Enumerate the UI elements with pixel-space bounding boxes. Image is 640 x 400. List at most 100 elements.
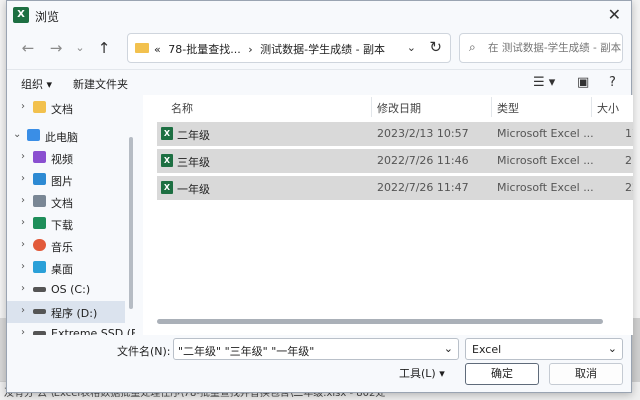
file-size: 22 — [625, 181, 633, 194]
dialog-title: 浏览 — [35, 10, 60, 24]
navigation-bar: ← → ⌄ ↑ « 78-批量查找... › 测试数据-学生成绩 - 副本 ⌄ … — [7, 31, 631, 65]
address-dropdown-chevron-icon[interactable]: ⌄ — [407, 41, 416, 54]
chevron-right-icon[interactable]: › — [21, 217, 25, 228]
sidebar-item-label: 文档 — [51, 197, 73, 210]
file-list-scrollbar[interactable] — [157, 319, 603, 324]
close-icon[interactable]: ✕ — [608, 5, 621, 24]
view-options-icon[interactable]: ☰ ▾ — [533, 75, 555, 90]
navigation-pane-scrollbar[interactable] — [129, 137, 133, 309]
drive-icon — [33, 287, 46, 292]
file-name: 一年级 — [177, 183, 210, 196]
column-divider[interactable] — [591, 97, 592, 117]
sidebar-item-drive-f[interactable]: › Extreme SSD (F — [7, 323, 135, 335]
column-divider[interactable] — [371, 97, 372, 117]
file-type: Microsoft Excel ... — [497, 127, 594, 140]
chevron-right-icon[interactable]: › — [21, 239, 25, 250]
filename-label: 文件名(N): — [117, 345, 171, 358]
sidebar-item-downloads[interactable]: › 下载 — [7, 213, 125, 235]
breadcrumb-overflow[interactable]: « — [154, 43, 161, 56]
music-icon — [33, 239, 46, 251]
organize-menu[interactable]: 组织 ▾ — [21, 76, 52, 92]
sidebar-item-desktop[interactable]: › 桌面 — [7, 257, 125, 279]
breadcrumb-item-current[interactable]: 测试数据-学生成绩 - 副本 — [260, 43, 385, 56]
column-header-size[interactable]: 大小 — [597, 100, 619, 116]
file-modified: 2023/2/13 10:57 — [377, 127, 469, 140]
sort-ascending-icon: ^ — [265, 95, 274, 102]
excel-file-icon: X — [161, 181, 173, 194]
search-icon: ⌕ — [469, 40, 476, 54]
command-toolbar: 组织 ▾ 新建文件夹 ☰ ▾ ▣ ? — [7, 69, 631, 96]
refresh-icon[interactable]: ↻ — [429, 38, 442, 56]
forward-button[interactable]: → — [45, 37, 67, 59]
chevron-right-icon[interactable]: › — [21, 305, 25, 316]
file-size: 17 — [625, 127, 633, 140]
file-row[interactable]: X 二年级 2023/2/13 10:57 Microsoft Excel ..… — [157, 122, 633, 146]
cancel-button[interactable]: 取消 — [549, 363, 623, 385]
sidebar-item-drive-d[interactable]: › 程序 (D:) — [7, 301, 125, 323]
sidebar-item-label: 程序 (D:) — [51, 307, 98, 320]
help-icon[interactable]: ? — [609, 75, 616, 90]
chevron-down-icon[interactable]: ⌄ — [608, 342, 617, 355]
file-row[interactable]: X 一年级 2022/7/26 11:47 Microsoft Excel ..… — [157, 176, 633, 200]
column-divider[interactable] — [491, 97, 492, 117]
filetype-select[interactable]: Excel ⌄ — [465, 338, 623, 360]
sidebar-item-label: 音乐 — [51, 241, 73, 254]
preview-pane-icon[interactable]: ▣ — [577, 75, 589, 90]
search-box[interactable]: ⌕ — [459, 33, 624, 63]
excel-app-icon: X — [13, 7, 29, 23]
ok-button[interactable]: 确定 — [465, 363, 539, 385]
sidebar-item-pictures[interactable]: › 图片 — [7, 169, 125, 191]
file-type: Microsoft Excel ... — [497, 181, 594, 194]
file-name: 二年级 — [177, 129, 210, 142]
sidebar-item-label: OS (C:) — [51, 283, 91, 296]
search-input[interactable] — [486, 41, 624, 55]
new-folder-button[interactable]: 新建文件夹 — [73, 76, 128, 92]
navigation-pane: › 文档 ⌄ 此电脑 › 视频 › 图片 › 文档 › 下载 › 音乐 › 桌面… — [7, 95, 135, 335]
chevron-right-icon[interactable]: › — [21, 195, 25, 206]
sidebar-item-this-pc[interactable]: ⌄ 此电脑 — [7, 125, 125, 147]
file-row[interactable]: X 三年级 2022/7/26 11:46 Microsoft Excel ..… — [157, 149, 633, 173]
chevron-down-icon[interactable]: ⌄ — [444, 342, 453, 355]
chevron-right-icon[interactable]: › — [21, 327, 25, 335]
breadcrumb-separator[interactable]: › — [248, 43, 252, 56]
folder-icon — [135, 43, 149, 53]
browse-dialog: X 浏览 ✕ ← → ⌄ ↑ « 78-批量查找... › 测试数据-学生成绩 … — [6, 0, 633, 394]
tools-menu[interactable]: 工具(L) ▾ — [399, 365, 445, 381]
column-header-modified[interactable]: 修改日期 — [377, 100, 421, 116]
sidebar-item-drive-c[interactable]: › OS (C:) — [7, 279, 125, 301]
sidebar-item-label: 此电脑 — [45, 131, 78, 144]
download-icon — [33, 217, 46, 229]
sidebar-item-label: 下载 — [51, 219, 73, 232]
sidebar-item-documents-quick[interactable]: › 文档 — [7, 97, 125, 119]
column-header-row: ^ 名称 修改日期 类型 大小 — [143, 95, 633, 119]
sidebar-item-label: Extreme SSD (F — [51, 327, 135, 335]
sidebar-item-documents[interactable]: › 文档 — [7, 191, 125, 213]
chevron-right-icon[interactable]: › — [21, 173, 25, 184]
chevron-right-icon[interactable]: › — [21, 151, 25, 162]
breadcrumb-item-parent[interactable]: 78-批量查找... — [168, 43, 240, 56]
sidebar-item-videos[interactable]: › 视频 — [7, 147, 125, 169]
chevron-right-icon[interactable]: › — [21, 283, 25, 294]
sidebar-item-music[interactable]: › 音乐 — [7, 235, 125, 257]
title-bar: X 浏览 ✕ — [7, 1, 631, 29]
file-list: ^ 名称 修改日期 类型 大小 X 二年级 2023/2/13 10:57 Mi… — [143, 95, 633, 335]
column-header-name[interactable]: 名称 — [171, 100, 193, 116]
file-modified: 2022/7/26 11:47 — [377, 181, 469, 194]
computer-icon — [27, 129, 40, 141]
video-icon — [33, 151, 46, 163]
up-button[interactable]: ↑ — [93, 37, 115, 59]
recent-locations-chevron-icon[interactable]: ⌄ — [69, 37, 91, 59]
column-header-type[interactable]: 类型 — [497, 100, 519, 116]
chevron-right-icon[interactable]: › — [21, 101, 25, 112]
excel-file-icon: X — [161, 127, 173, 140]
address-bar[interactable]: « 78-批量查找... › 测试数据-学生成绩 - 副本 ⌄ ↻ — [127, 33, 451, 63]
filename-field[interactable]: "二年级" "三年级" "一年级" ⌄ — [173, 338, 459, 360]
back-button[interactable]: ← — [17, 37, 39, 59]
drive-icon — [33, 309, 46, 314]
file-modified: 2022/7/26 11:46 — [377, 154, 469, 167]
chevron-down-icon[interactable]: ⌄ — [13, 129, 21, 140]
chevron-right-icon[interactable]: › — [21, 261, 25, 272]
filename-value[interactable]: "二年级" "三年级" "一年级" — [178, 343, 314, 359]
dialog-footer: 文件名(N): "二年级" "三年级" "一年级" ⌄ Excel ⌄ 工具(L… — [7, 335, 631, 394]
file-type: Microsoft Excel ... — [497, 154, 594, 167]
